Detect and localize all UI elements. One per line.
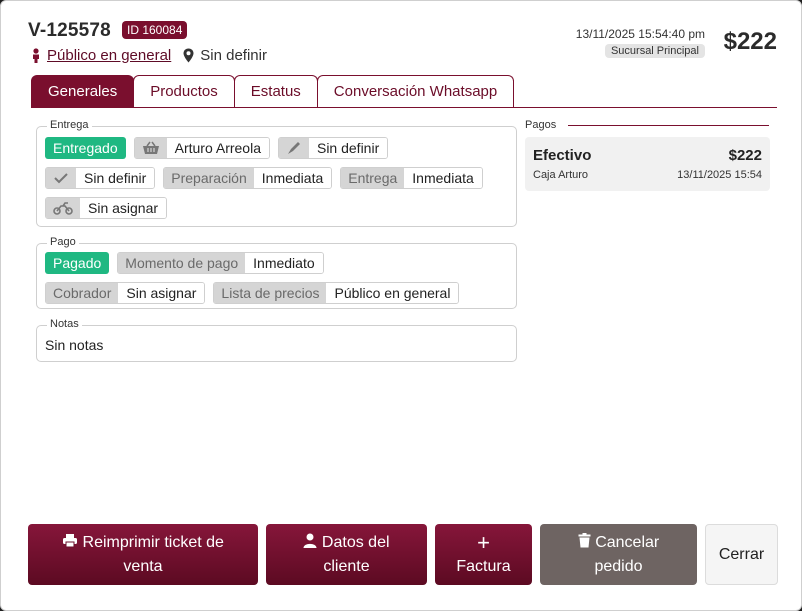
cancel-order-button[interactable]: Cancelar pedido [540,524,697,585]
sale-datetime: 13/11/2025 15:54:40 pm [575,27,705,41]
entrega-section: Entrega Entregado Arturo Arreola Sin def… [36,119,517,227]
delivery-status-badge[interactable]: Entregado [45,137,126,159]
driver-chip[interactable]: Sin asignar [45,197,168,219]
cancel-order-label: Cancelar pedido [594,533,660,575]
cobrador-value: Sin asignar [118,283,205,303]
id-badge: ID 160084 [122,21,188,39]
entrega-time-value: Inmediata [404,168,482,188]
payment-amount: $222 [728,147,762,164]
tab-estatus[interactable]: Estatus [233,75,318,108]
sale-detail-modal: V-125578 ID 160084 Público en general Si… [0,0,802,611]
preparacion-value: Inmediata [253,168,332,188]
notas-section: Notas Sin notas [36,318,517,362]
preparacion-label: Preparación [164,168,254,188]
pen-icon [278,138,309,158]
entrega-row-2: Sin definir Preparación Inmediata Entreg… [45,167,491,189]
entrega-row-1: Entregado Arturo Arreola Sin definir [45,137,396,159]
reprint-ticket-button[interactable]: Reimprimir ticket de venta [28,524,258,585]
tab-productos[interactable]: Productos [133,75,235,108]
basket-icon [134,138,167,158]
preparacion-chip[interactable]: Preparación Inmediata [163,167,333,189]
branch-badge: Sucursal Principal [604,44,705,58]
printer-icon [63,534,78,548]
check-chip[interactable]: Sin definir [45,167,156,189]
check-icon [46,168,76,188]
tab-bar: Generales Productos Estatus Conversación… [31,75,515,108]
sale-id: V-125578 [28,20,111,41]
courier-name: Arturo Arreola [166,138,269,158]
person-icon [33,47,39,63]
payment-method: Efectivo [533,147,592,164]
momento-chip[interactable]: Momento de pago Inmediato [117,252,324,274]
entrega-time-label: Entrega [341,168,405,188]
tab-generales[interactable]: Generales [31,75,135,108]
sale-total: $222 [723,28,777,55]
payment-date: 13/11/2025 15:54 [677,169,762,181]
tool-chip[interactable]: Sin definir [277,137,389,159]
close-button[interactable]: Cerrar [705,524,778,585]
lista-precios-label: Lista de precios [214,283,327,303]
pago-legend: Pago [47,236,79,248]
payment-status-badge[interactable]: Pagado [45,252,110,274]
reprint-ticket-label: Reimprimir ticket de venta [82,533,224,575]
tab-divider [31,107,777,108]
location: Sin definir [183,47,267,64]
client-data-button[interactable]: Datos del cliente [266,524,427,585]
plus-icon: + [477,529,490,555]
pago-row-2: Cobrador Sin asignar Lista de precios Pú… [45,282,467,304]
invoice-button[interactable]: + Factura [435,524,532,585]
pago-row-1: Pagado Momento de pago Inmediato [45,252,332,274]
lista-precios-chip[interactable]: Lista de precios Público en general [213,282,460,304]
motorcycle-icon [46,198,80,218]
payment-cash-box: Caja Arturo [533,169,589,181]
header-meta: 13/11/2025 15:54:40 pm Sucursal Principa… [576,27,705,59]
entrega-legend: Entrega [47,119,92,131]
tab-conversacion-whatsapp[interactable]: Conversación Whatsapp [316,75,515,108]
trash-icon [578,533,591,548]
notas-legend: Notas [47,318,82,330]
pago-section: Pago Pagado Momento de pago Inmediato Co… [36,236,517,309]
tool-value: Sin definir [308,138,388,158]
cobrador-label: Cobrador [46,283,119,303]
invoice-label: Factura [456,557,511,575]
entrega-row-3: Sin asignar [45,197,175,219]
pagos-divider [568,125,769,126]
notes-text: Sin notas [45,337,104,353]
entrega-time-chip[interactable]: Entrega Inmediata [340,167,483,189]
momento-label: Momento de pago [118,253,246,273]
payment-card[interactable]: Efectivo $222 Caja Arturo 13/11/2025 15:… [525,137,770,191]
location-label: Sin definir [200,46,267,64]
client-data-label: Datos del cliente [321,533,390,575]
client-row: Público en general Sin definir [31,46,267,64]
check-value: Sin definir [76,168,155,188]
cobrador-chip[interactable]: Cobrador Sin asignar [45,282,206,304]
user-icon [303,533,317,549]
courier-chip[interactable]: Arturo Arreola [133,137,270,159]
driver-value: Sin asignar [80,198,167,218]
momento-value: Inmediato [245,253,323,273]
pagos-heading: Pagos [525,119,557,131]
map-pin-icon [183,48,194,62]
client-link[interactable]: Público en general [47,47,171,64]
lista-precios-value: Público en general [326,283,459,303]
